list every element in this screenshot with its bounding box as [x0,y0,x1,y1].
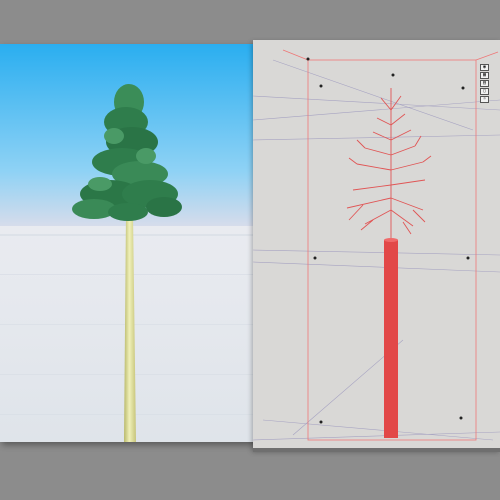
frame-icon[interactable]: ▢ [480,88,489,95]
scroll-bar[interactable] [253,448,500,452]
light-icon[interactable]: ☼ [480,96,489,103]
wireframe-viewport[interactable] [253,40,500,450]
camera-icon[interactable]: ◉ [480,64,489,71]
trunk-cap [384,238,398,242]
render-viewport[interactable] [0,44,267,442]
trunk-cylinder [384,240,398,438]
wireframe-canvas [253,40,500,450]
view-toolbar: ◉ ▦ ▤ ▢ ☼ [480,64,489,103]
render-canvas [0,44,267,442]
mesh-icon[interactable]: ▤ [480,80,489,87]
workspace: ◉ ▦ ▤ ▢ ☼ [0,0,500,500]
grid-icon[interactable]: ▦ [480,72,489,79]
